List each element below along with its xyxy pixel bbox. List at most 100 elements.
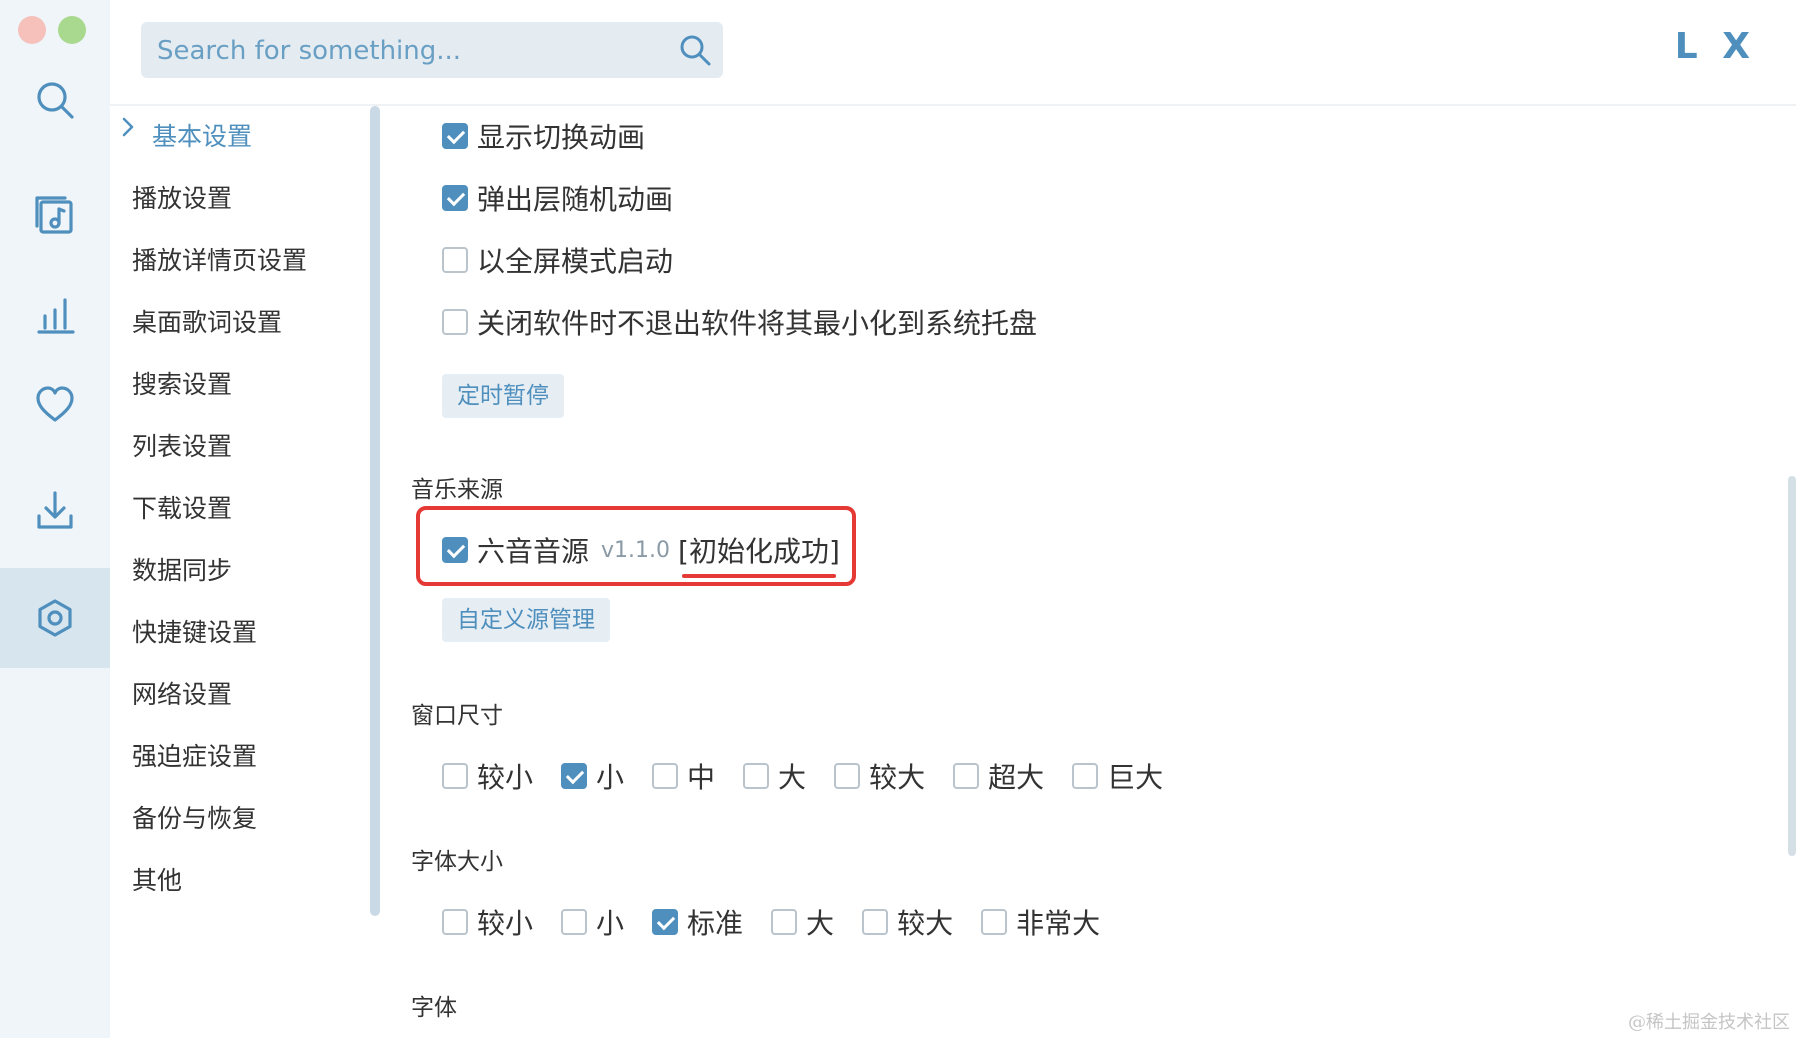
nav-item-odc[interactable]: 强迫症设置 xyxy=(132,732,257,782)
rail-search-button[interactable] xyxy=(0,50,110,150)
checkbox[interactable] xyxy=(561,909,588,935)
option-label: 小 xyxy=(596,761,625,794)
window-size-option[interactable]: 中 xyxy=(652,756,715,796)
option-label: 弹出层随机动画 xyxy=(477,183,674,216)
music-source-title: 音乐来源 xyxy=(411,477,503,503)
nav-item-list[interactable]: 列表设置 xyxy=(132,422,232,472)
checkbox[interactable] xyxy=(442,537,468,563)
option-label: 大 xyxy=(806,907,835,940)
nav-item-desktop-lyric[interactable]: 桌面歌词设置 xyxy=(132,298,282,348)
window-size-option[interactable]: 超大 xyxy=(953,756,1044,796)
status-underline xyxy=(682,574,836,578)
settings-icon xyxy=(38,599,72,637)
checkbox[interactable] xyxy=(442,763,468,789)
window-size-title: 窗口尺寸 xyxy=(411,703,503,729)
timer-pause-button[interactable]: 定时暂停 xyxy=(442,374,564,418)
source-option[interactable]: 六音音源 v1.1.0 [初始化成功] xyxy=(442,530,840,578)
option-label: 关闭软件时不退出软件将其最小化到系统托盘 xyxy=(477,307,1038,340)
checkbox[interactable] xyxy=(442,123,468,149)
checkbox[interactable] xyxy=(1072,763,1099,789)
checkbox[interactable] xyxy=(442,309,468,335)
rail-settings-button[interactable] xyxy=(0,568,110,668)
app-logo: L X xyxy=(1674,26,1756,67)
checkbox[interactable] xyxy=(834,763,861,789)
nav-item-basic[interactable]: 基本设置 xyxy=(152,112,252,162)
option-switch-animation[interactable]: 显示切换动画 xyxy=(442,116,645,156)
chevron-right-icon xyxy=(122,117,134,137)
option-label: 大 xyxy=(778,761,807,794)
source-status: [初始化成功] xyxy=(678,530,840,578)
settings-content: 显示切换动画 弹出层随机动画 以全屏模式启动 关闭软件时不退出软件将其最小化到系… xyxy=(380,106,1796,1038)
window-size-option[interactable]: 较大 xyxy=(834,756,925,796)
checkbox[interactable] xyxy=(652,909,679,935)
nav-item-playback[interactable]: 播放设置 xyxy=(132,174,232,224)
option-label: 显示切换动画 xyxy=(477,121,646,154)
rail-download-button[interactable] xyxy=(0,460,110,560)
search-input[interactable] xyxy=(155,22,659,80)
window-size-options: 较小 小 中 大 较大 超大 巨大 xyxy=(442,756,1191,796)
option-minimize-to-tray[interactable]: 关闭软件时不退出软件将其最小化到系统托盘 xyxy=(442,302,1037,342)
nav-item-hotkey[interactable]: 快捷键设置 xyxy=(132,608,257,658)
source-version: v1.1.0 xyxy=(601,537,671,563)
window-size-option[interactable]: 较小 xyxy=(442,756,533,796)
settings-nav: 基本设置 播放设置 播放详情页设置 桌面歌词设置 搜索设置 列表设置 下载设置 … xyxy=(110,106,380,1038)
search-box xyxy=(141,22,723,80)
search-icon[interactable] xyxy=(677,32,713,68)
checkbox[interactable] xyxy=(652,763,679,789)
nav-item-other[interactable]: 其他 xyxy=(132,856,182,906)
checkbox[interactable] xyxy=(442,185,468,211)
checkbox[interactable] xyxy=(442,909,468,935)
option-label: 中 xyxy=(687,761,716,794)
rail-leaderboard-button[interactable] xyxy=(0,264,110,364)
icon-rail xyxy=(0,0,110,1038)
watermark: @稀土掘金技术社区 xyxy=(1628,1012,1790,1033)
nav-scrollbar[interactable] xyxy=(370,106,380,916)
checkbox[interactable] xyxy=(862,909,889,935)
top-bar: L X xyxy=(110,0,1796,106)
window-size-option[interactable]: 大 xyxy=(743,756,806,796)
checkbox[interactable] xyxy=(561,763,588,789)
option-label: 巨大 xyxy=(1107,761,1164,794)
option-label: 小 xyxy=(596,907,625,940)
nav-item-download[interactable]: 下载设置 xyxy=(132,484,232,534)
search-icon xyxy=(37,82,74,119)
option-label: 较小 xyxy=(477,761,534,794)
option-label: 较大 xyxy=(869,761,926,794)
option-label: 较大 xyxy=(897,907,954,940)
content-scrollbar[interactable] xyxy=(1788,476,1796,856)
option-label: 标准 xyxy=(687,907,744,940)
font-size-option[interactable]: 较小 xyxy=(442,902,533,942)
music-list-icon xyxy=(35,196,73,234)
download-icon xyxy=(37,491,73,529)
checkbox[interactable] xyxy=(953,763,980,789)
option-random-animation[interactable]: 弹出层随机动画 xyxy=(442,178,673,218)
nav-item-sync[interactable]: 数据同步 xyxy=(132,546,232,596)
window-maximize-button[interactable] xyxy=(58,16,86,44)
option-fullscreen-start[interactable]: 以全屏模式启动 xyxy=(442,240,673,280)
checkbox[interactable] xyxy=(442,247,468,273)
window-size-option[interactable]: 小 xyxy=(561,756,624,796)
font-size-options: 较小 小 标准 大 较大 非常大 xyxy=(442,902,1128,942)
nav-item-network[interactable]: 网络设置 xyxy=(132,670,232,720)
chart-icon xyxy=(37,298,75,334)
font-size-option[interactable]: 小 xyxy=(561,902,624,942)
option-label: 非常大 xyxy=(1016,907,1101,940)
nav-item-backup[interactable]: 备份与恢复 xyxy=(132,794,257,844)
custom-source-button[interactable]: 自定义源管理 xyxy=(442,598,610,642)
font-size-option[interactable]: 非常大 xyxy=(981,902,1100,942)
rail-songlist-button[interactable] xyxy=(0,164,110,264)
window-size-option[interactable]: 巨大 xyxy=(1072,756,1163,796)
font-size-option[interactable]: 标准 xyxy=(652,902,743,942)
option-label: 较小 xyxy=(477,907,534,940)
font-size-option[interactable]: 大 xyxy=(771,902,834,942)
source-name: 六音音源 xyxy=(477,535,590,568)
option-label: 超大 xyxy=(988,761,1045,794)
nav-item-play-detail[interactable]: 播放详情页设置 xyxy=(132,236,307,286)
rail-favorites-button[interactable] xyxy=(0,354,110,454)
nav-item-search[interactable]: 搜索设置 xyxy=(132,360,232,410)
checkbox[interactable] xyxy=(981,909,1008,935)
window-close-button[interactable] xyxy=(18,16,46,44)
checkbox[interactable] xyxy=(771,909,798,935)
font-size-option[interactable]: 较大 xyxy=(862,902,953,942)
checkbox[interactable] xyxy=(743,763,770,789)
